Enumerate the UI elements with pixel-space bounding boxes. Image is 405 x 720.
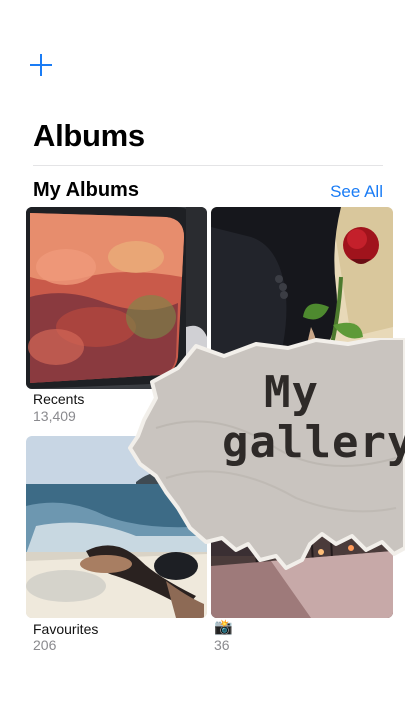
add-album-button[interactable] bbox=[30, 54, 52, 76]
album-name-recents: Recents bbox=[33, 391, 85, 407]
sticker-line-2: gallery bbox=[222, 417, 405, 468]
album-count-favourites: 206 bbox=[33, 637, 57, 653]
sticker-line-1: My bbox=[264, 367, 319, 418]
sticker-title: My gallery bbox=[222, 367, 405, 468]
section-title: My Albums bbox=[33, 179, 139, 201]
album-name-camera: 📸 bbox=[214, 619, 233, 636]
divider bbox=[33, 165, 383, 166]
album-count-camera: 36 bbox=[214, 637, 230, 653]
album-count-recents: 13,409 bbox=[33, 408, 76, 424]
see-all-link[interactable]: See All bbox=[330, 182, 383, 202]
page-title: Albums bbox=[33, 118, 145, 153]
album-name-favourites: Favourites bbox=[33, 621, 99, 637]
